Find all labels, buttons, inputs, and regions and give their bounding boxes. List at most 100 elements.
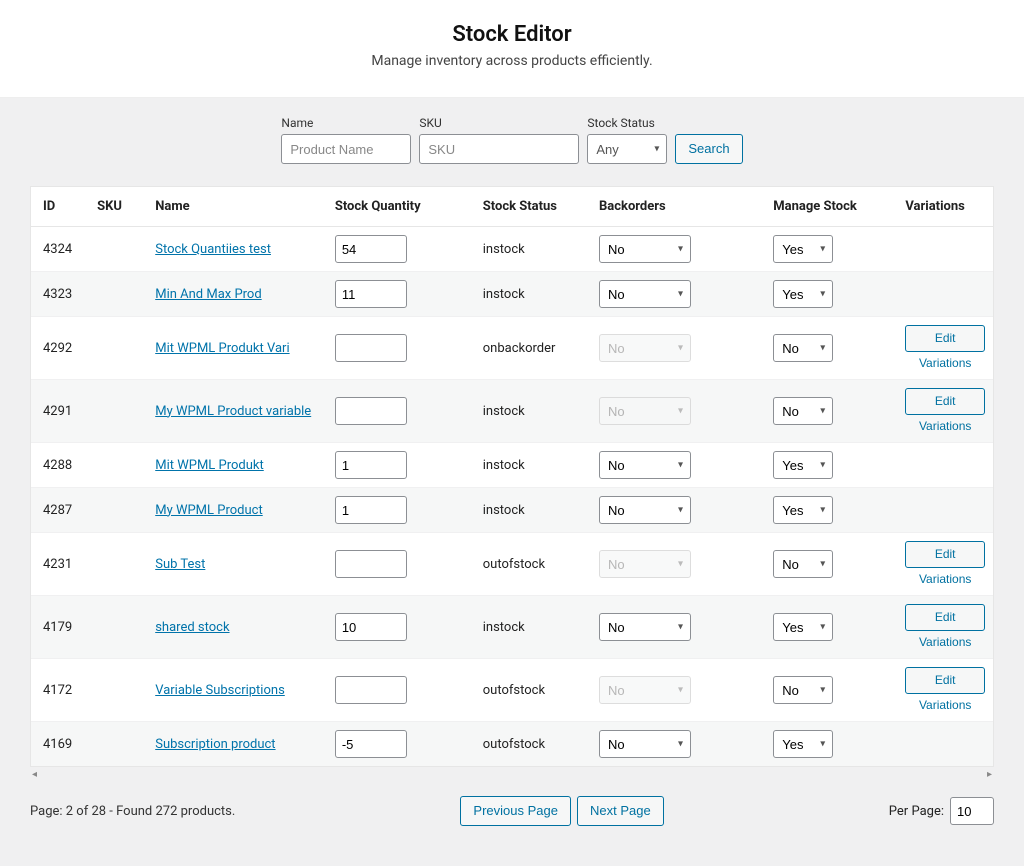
backorders-select[interactable]: No	[599, 235, 691, 263]
manage-stock-select[interactable]: Yes	[773, 451, 833, 479]
cell-id: 4288	[31, 443, 89, 488]
next-page-button[interactable]: Next Page	[577, 796, 664, 826]
manage-stock-select[interactable]: No	[773, 397, 833, 425]
filter-name-input[interactable]	[281, 134, 411, 164]
cell-stock-status: instock	[475, 596, 591, 659]
edit-variations-button[interactable]: Edit Variations	[905, 667, 985, 694]
cell-backorders: No	[591, 659, 765, 722]
backorders-select[interactable]: No	[599, 280, 691, 308]
edit-variations-button[interactable]: Edit Variations	[905, 541, 985, 568]
product-name-link[interactable]: My WPML Product variable	[155, 404, 311, 419]
cell-variations: Edit Variations	[897, 596, 993, 659]
cell-sku	[89, 317, 147, 380]
page-title: Stock Editor	[0, 22, 1024, 47]
cell-name: Mit WPML Produkt	[147, 443, 327, 488]
backorders-select[interactable]: No	[599, 613, 691, 641]
backorders-select: No	[599, 334, 691, 362]
cell-manage-stock: Yes	[765, 443, 897, 488]
per-page-input[interactable]	[950, 797, 994, 825]
cell-variations	[897, 227, 993, 272]
edit-variations-button[interactable]: Edit Variations	[905, 388, 985, 415]
cell-backorders: No	[591, 488, 765, 533]
cell-sku	[89, 227, 147, 272]
cell-manage-stock: No	[765, 317, 897, 380]
product-name-link[interactable]: My WPML Product	[155, 503, 263, 518]
products-table-panel: ID SKU Name Stock Quantity Stock Status …	[30, 186, 994, 767]
stock-quantity-input[interactable]	[335, 397, 407, 425]
backorders-select[interactable]: No	[599, 496, 691, 524]
cell-name: Stock Quantiies test	[147, 227, 327, 272]
th-status: Stock Status	[475, 187, 591, 227]
manage-stock-select[interactable]: Yes	[773, 730, 833, 758]
table-row: 4169Subscription productoutofstockNoYes	[31, 722, 993, 767]
product-name-link[interactable]: Mit WPML Produkt	[155, 458, 264, 473]
manage-stock-select[interactable]: Yes	[773, 613, 833, 641]
backorders-select[interactable]: No	[599, 451, 691, 479]
stock-quantity-input[interactable]	[335, 451, 407, 479]
cell-name: My WPML Product variable	[147, 380, 327, 443]
cell-backorders: No	[591, 722, 765, 767]
cell-name: shared stock	[147, 596, 327, 659]
cell-id: 4291	[31, 380, 89, 443]
filter-sku-label: SKU	[419, 116, 579, 130]
filter-status-select[interactable]: Any	[587, 134, 667, 164]
manage-stock-select[interactable]: No	[773, 550, 833, 578]
manage-stock-select[interactable]: Yes	[773, 235, 833, 263]
cell-name: Mit WPML Produkt Vari	[147, 317, 327, 380]
cell-manage-stock: Yes	[765, 488, 897, 533]
cell-stock-status: instock	[475, 380, 591, 443]
cell-stock-status: outofstock	[475, 722, 591, 767]
table-row: 4292Mit WPML Produkt VarionbackorderNoNo…	[31, 317, 993, 380]
cell-variations: Edit Variations	[897, 659, 993, 722]
cell-variations: Edit Variations	[897, 380, 993, 443]
cell-variations: Edit Variations	[897, 533, 993, 596]
table-row: 4324 Stock Quantiies test instock No Yes	[31, 227, 993, 272]
cell-id: 4292	[31, 317, 89, 380]
table-row: 4291My WPML Product variableinstockNoNoE…	[31, 380, 993, 443]
page-header: Stock Editor Manage inventory across pro…	[0, 0, 1024, 98]
table-row: 4231Sub TestoutofstockNoNoEdit Variation…	[31, 533, 993, 596]
stock-quantity-input[interactable]	[335, 496, 407, 524]
manage-stock-select[interactable]: No	[773, 334, 833, 362]
cell-sku	[89, 659, 147, 722]
product-name-link[interactable]: Subscription product	[155, 737, 275, 752]
product-name-link[interactable]: Sub Test	[155, 557, 205, 572]
cell-stock-status: instock	[475, 227, 591, 272]
filter-sku-input[interactable]	[419, 134, 579, 164]
cell-id: 4324	[31, 227, 89, 272]
th-backorders: Backorders	[591, 187, 765, 227]
cell-qty	[327, 380, 475, 443]
manage-stock-select[interactable]: Yes	[773, 280, 833, 308]
cell-variations	[897, 272, 993, 317]
cell-sku	[89, 722, 147, 767]
stock-quantity-input[interactable]	[335, 613, 407, 641]
stock-quantity-input[interactable]	[335, 280, 407, 308]
filter-status-label: Stock Status	[587, 116, 667, 130]
previous-page-button[interactable]: Previous Page	[460, 796, 571, 826]
product-name-link[interactable]: Min And Max Prod	[155, 287, 261, 302]
manage-stock-select[interactable]: Yes	[773, 496, 833, 524]
cell-variations: Edit Variations	[897, 317, 993, 380]
stock-quantity-input[interactable]	[335, 550, 407, 578]
stock-quantity-input[interactable]	[335, 730, 407, 758]
search-button[interactable]: Search	[675, 134, 742, 164]
cell-qty	[327, 596, 475, 659]
cell-id: 4179	[31, 596, 89, 659]
edit-variations-button[interactable]: Edit Variations	[905, 325, 985, 352]
cell-sku	[89, 443, 147, 488]
stock-quantity-input[interactable]	[335, 676, 407, 704]
cell-variations	[897, 488, 993, 533]
product-name-link[interactable]: Variable Subscriptions	[155, 683, 285, 698]
manage-stock-select[interactable]: No	[773, 676, 833, 704]
cell-name: Subscription product	[147, 722, 327, 767]
backorders-select[interactable]: No	[599, 730, 691, 758]
cell-stock-status: outofstock	[475, 533, 591, 596]
product-name-link[interactable]: Stock Quantiies test	[155, 242, 271, 257]
product-name-link[interactable]: shared stock	[155, 620, 229, 635]
stock-quantity-input[interactable]	[335, 334, 407, 362]
cell-id: 4323	[31, 272, 89, 317]
edit-variations-button[interactable]: Edit Variations	[905, 604, 985, 631]
cell-manage-stock: No	[765, 659, 897, 722]
stock-quantity-input[interactable]	[335, 235, 407, 263]
product-name-link[interactable]: Mit WPML Produkt Vari	[155, 341, 289, 356]
